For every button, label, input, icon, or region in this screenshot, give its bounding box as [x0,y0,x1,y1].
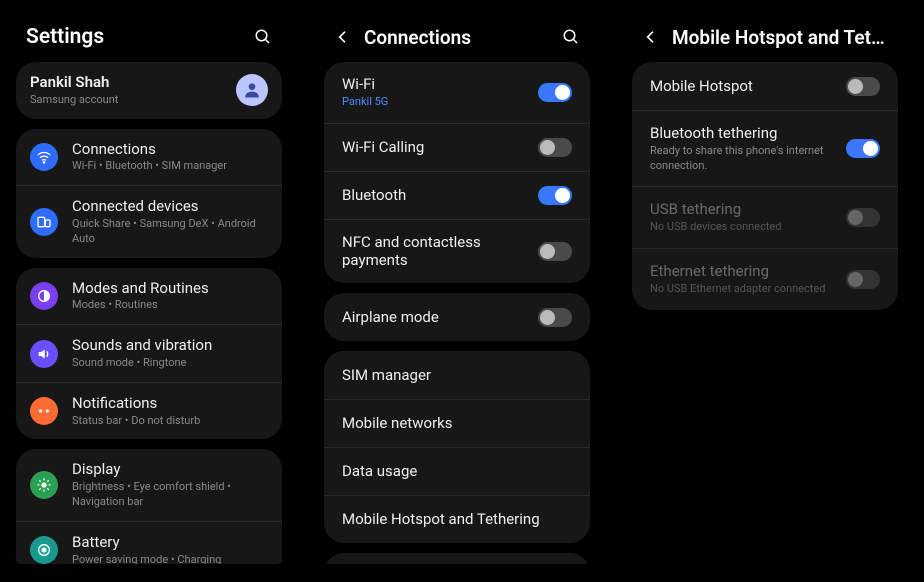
sound-icon [30,340,58,368]
connection-item[interactable]: Mobile networks [324,399,590,447]
toggle-switch[interactable] [538,138,572,157]
item-title: Data usage [342,462,572,481]
toggle-switch[interactable] [846,139,880,158]
connection-item[interactable]: NFC and contactless payments [324,219,590,284]
page-title: Mobile Hotspot and Tether... [672,26,890,49]
item-title: Sounds and vibration [72,336,268,355]
tether-item: Ethernet tetheringNo USB Ethernet adapte… [632,248,898,310]
item-title: SIM manager [342,366,572,385]
item-title: Display [72,460,268,479]
header: Connections [318,18,596,62]
avatar-icon [236,74,268,106]
item-sub: Quick Share • Samsung DeX • Android Auto [72,217,268,247]
back-icon[interactable] [640,26,662,48]
connection-item[interactable]: More connection settings [324,553,590,564]
account-name: Pankil Shah [30,73,236,92]
connection-item[interactable]: Wi-Fi Calling [324,123,590,171]
settings-item[interactable]: Display Brightness • Eye comfort shield … [16,449,282,520]
settings-item[interactable]: Sounds and vibration Sound mode • Ringto… [16,324,282,382]
connection-item[interactable]: Data usage [324,447,590,495]
item-title: Mobile Hotspot and Tethering [342,510,572,529]
tether-item[interactable]: Bluetooth tetheringReady to share this p… [632,110,898,186]
settings-item[interactable]: Modes and Routines Modes • Routines [16,268,282,325]
connection-item[interactable]: SIM manager [324,351,590,399]
battery-icon [30,536,58,564]
toggle-switch[interactable] [538,186,572,205]
item-title: USB tethering [650,200,846,219]
item-sub: No USB devices connected [650,220,846,235]
page-title: Connections [364,26,560,49]
item-title: Wi-Fi Calling [342,138,538,157]
item-title: Ethernet tethering [650,262,846,281]
search-icon[interactable] [252,26,274,48]
item-sub: No USB Ethernet adapter connected [650,282,846,297]
toggle-switch[interactable] [846,77,880,96]
settings-item[interactable]: Notifications Status bar • Do not distur… [16,382,282,440]
toggle-switch [846,208,880,227]
settings-item[interactable]: Connected devices Quick Share • Samsung … [16,185,282,257]
wifi-icon [30,143,58,171]
toggle-switch[interactable] [538,242,572,261]
display-icon [30,471,58,499]
settings-item[interactable]: Connections Wi-Fi • Bluetooth • SIM mana… [16,129,282,186]
item-title: Modes and Routines [72,279,268,298]
item-sub: Modes • Routines [72,298,268,313]
item-sub: Status bar • Do not disturb [72,414,268,429]
item-sub: Wi-Fi • Bluetooth • SIM manager [72,159,268,174]
item-title: Airplane mode [342,308,538,327]
connection-item[interactable]: Mobile Hotspot and Tethering [324,495,590,543]
item-title: Bluetooth tethering [650,124,846,143]
item-title: Wi-Fi [342,75,538,94]
hotspot-screen: Mobile Hotspot and Tether... Mobile Hots… [626,18,904,564]
item-title: Mobile networks [342,414,572,433]
notif-icon [30,397,58,425]
item-title: Bluetooth [342,186,538,205]
connections-screen: Connections Wi-FiPankil 5G Wi-Fi Calling B… [318,18,596,564]
connection-item[interactable]: Bluetooth [324,171,590,219]
modes-icon [30,282,58,310]
tether-item[interactable]: Mobile Hotspot [632,62,898,110]
settings-item[interactable]: Battery Power saving mode • Charging [16,521,282,564]
item-title: Notifications [72,394,268,413]
item-sub: Sound mode • Ringtone [72,356,268,371]
item-sub: Ready to share this phone's internet con… [650,144,846,174]
item-title: Battery [72,533,268,552]
connection-item[interactable]: Airplane mode [324,293,590,341]
account-sub: Samsung account [30,93,236,108]
account-card[interactable]: Pankil Shah Samsung account [16,62,282,119]
connection-item[interactable]: Wi-FiPankil 5G [324,62,590,123]
devices-icon [30,208,58,236]
item-sub: Brightness • Eye comfort shield • Naviga… [72,480,268,510]
page-title: Settings [24,25,252,49]
item-title: Connections [72,140,268,159]
toggle-switch[interactable] [538,308,572,327]
header: Mobile Hotspot and Tether... [626,18,904,62]
item-title: Connected devices [72,197,268,216]
item-sub: Pankil 5G [342,95,538,110]
item-title: Mobile Hotspot [650,77,846,96]
back-icon[interactable] [332,26,354,48]
search-icon[interactable] [560,26,582,48]
toggle-switch [846,270,880,289]
item-sub: Power saving mode • Charging [72,553,268,564]
settings-screen: Settings Pankil Shah Samsung account Con… [10,18,288,564]
tether-item: USB tetheringNo USB devices connected [632,186,898,248]
toggle-switch[interactable] [538,83,572,102]
header: Settings [10,18,288,62]
item-title: NFC and contactless payments [342,233,538,271]
